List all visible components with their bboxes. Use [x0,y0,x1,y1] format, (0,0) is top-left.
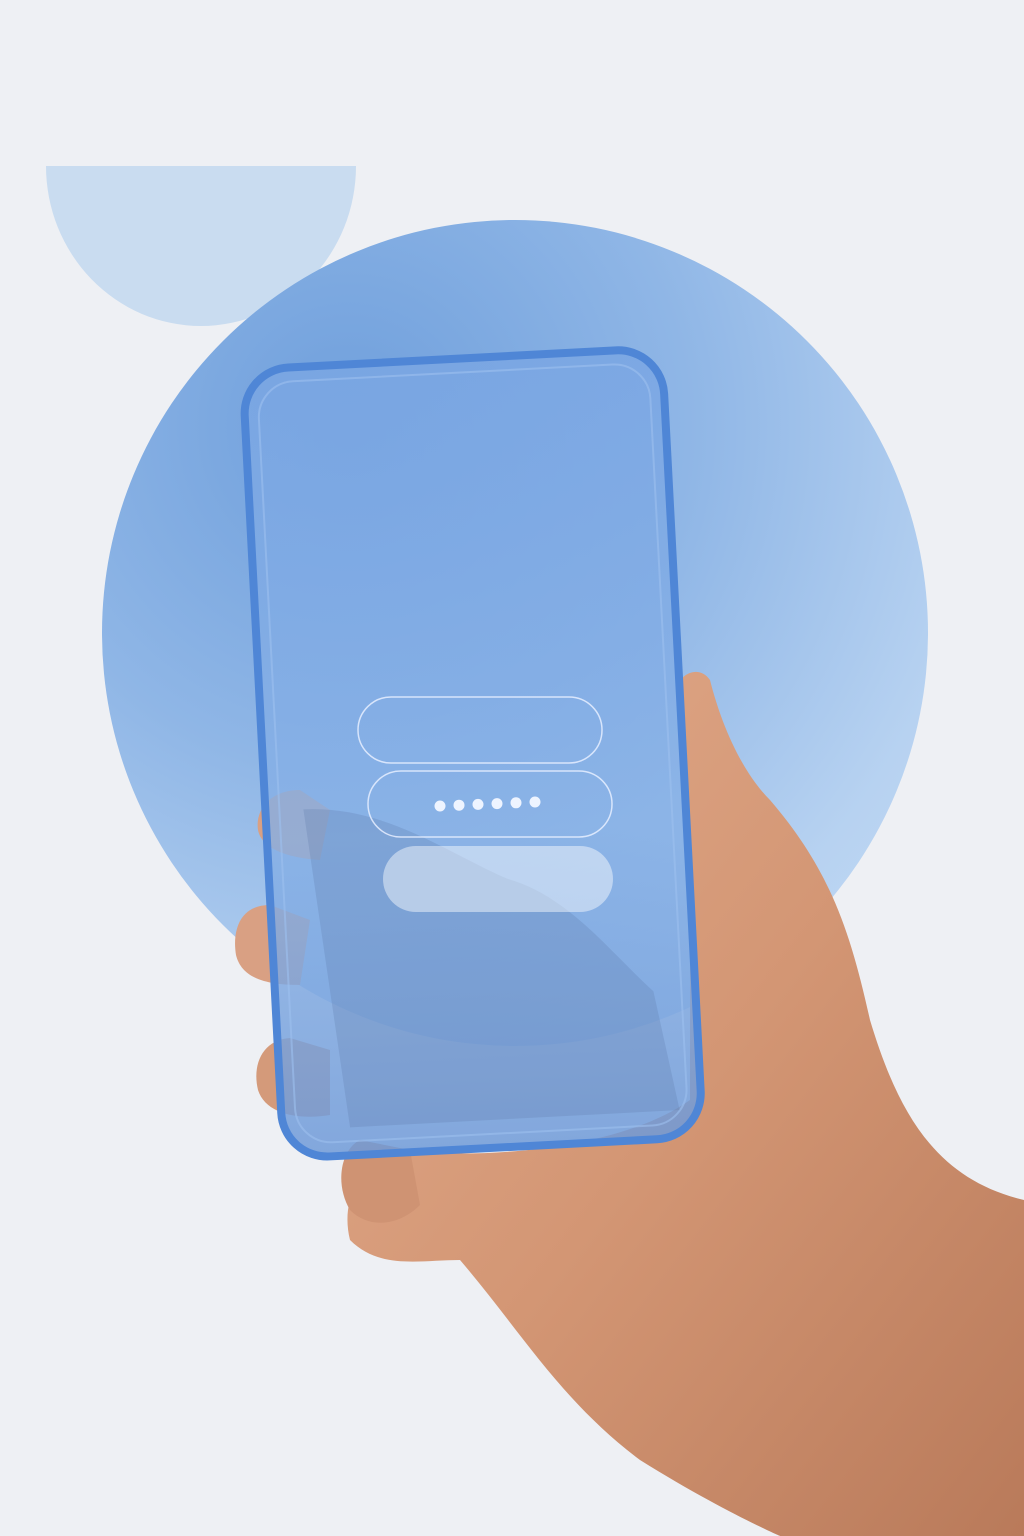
photo-scene [0,0,1024,1536]
hand-holding-glass-phone [235,346,1024,1536]
glass-phone [240,346,705,1161]
